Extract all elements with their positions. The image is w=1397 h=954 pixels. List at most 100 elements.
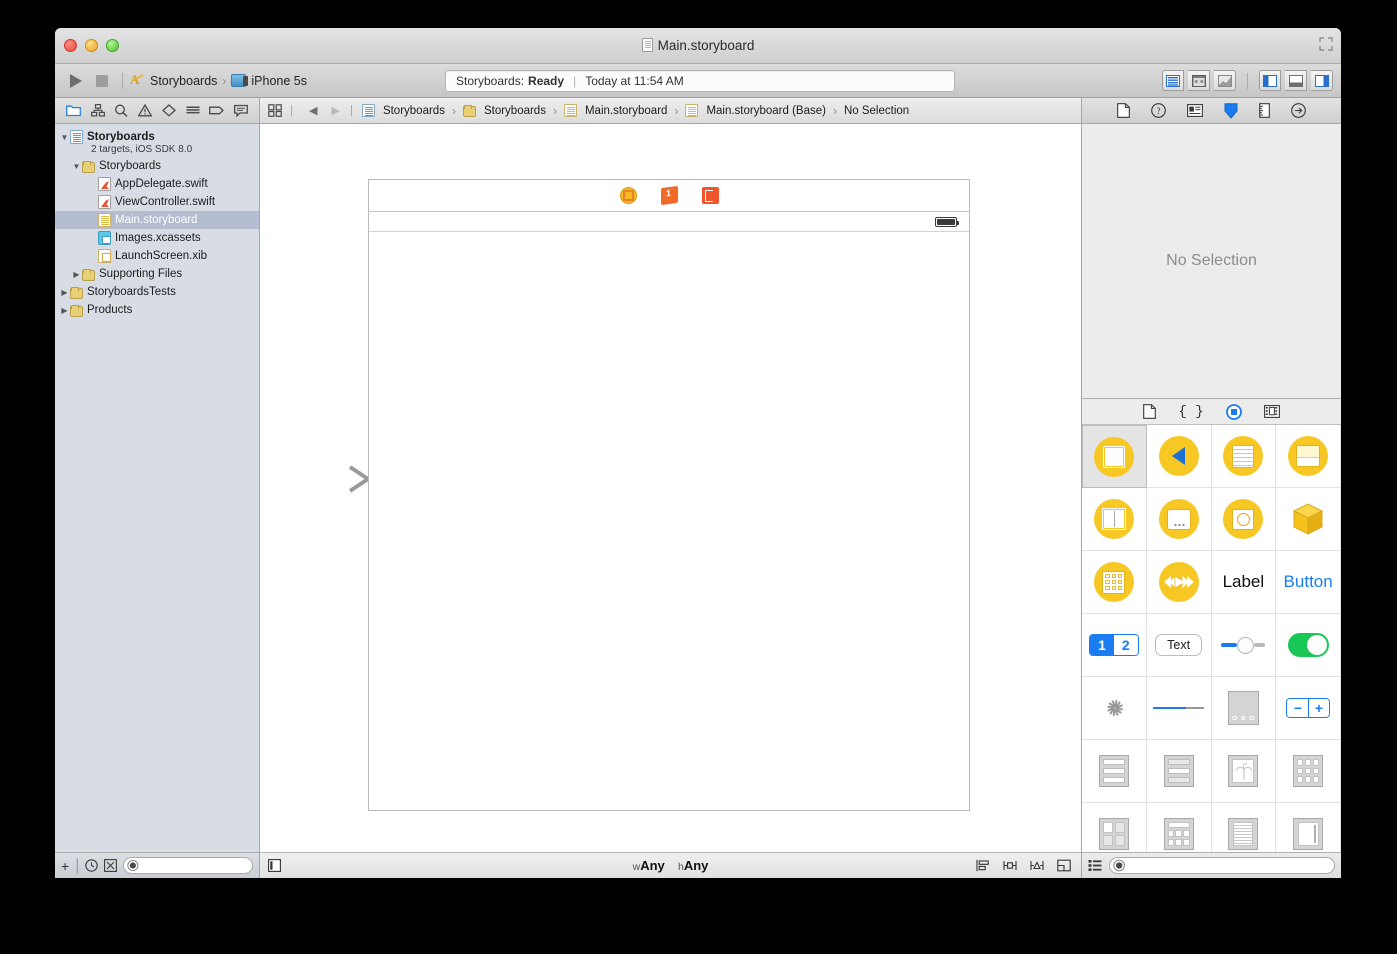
zoom-window-button[interactable] (106, 39, 119, 52)
storyboard-canvas[interactable] (260, 124, 1081, 852)
tree-row-products[interactable]: ▶ Products (55, 301, 259, 319)
toggle-debug-area-button[interactable] (1285, 70, 1307, 91)
library-item-av-player-view-controller[interactable] (1146, 551, 1212, 614)
source-control-filter-icon[interactable] (104, 859, 118, 872)
library-item-scroll-view[interactable] (1276, 803, 1341, 852)
library-item-collection-view-cell[interactable] (1082, 803, 1147, 852)
destination-selector[interactable]: iPhone 5s (231, 74, 307, 88)
toggle-utilities-button[interactable] (1311, 70, 1333, 91)
symbol-navigator-icon[interactable] (90, 104, 105, 117)
size-class-selector[interactable]: wAny hAny (633, 858, 709, 873)
standard-editor-button[interactable] (1162, 70, 1184, 91)
attributes-inspector-icon[interactable] (1224, 102, 1238, 119)
minimize-window-button[interactable] (85, 39, 98, 52)
pin-icon[interactable] (1003, 859, 1017, 872)
version-editor-button[interactable] (1214, 70, 1236, 91)
breadcrumb-group[interactable]: Storyboards (462, 104, 546, 117)
scheme-selector[interactable]: Storyboards (130, 72, 217, 88)
recent-files-filter-icon[interactable] (85, 859, 99, 872)
object-library-icon[interactable] (1225, 403, 1242, 420)
library-item-image-view[interactable] (1211, 740, 1277, 803)
find-navigator-icon[interactable] (114, 104, 128, 117)
tree-row-viewcontroller[interactable]: ▶ ViewController.swift (55, 193, 259, 211)
stop-button[interactable] (89, 70, 115, 92)
library-item-switch[interactable] (1276, 614, 1341, 677)
debug-navigator-icon[interactable] (186, 104, 200, 117)
library-item-page-control[interactable] (1211, 677, 1277, 740)
library-item-stepper[interactable]: − + (1276, 677, 1341, 740)
disclosure-triangle[interactable]: ▶ (71, 270, 82, 279)
first-responder-icon[interactable] (660, 185, 678, 206)
library-item-navigation-controller[interactable] (1146, 425, 1212, 488)
library-filter-input[interactable] (1109, 857, 1335, 874)
align-icon[interactable] (976, 859, 990, 872)
size-inspector-icon[interactable] (1259, 103, 1270, 118)
library-item-table-view-controller[interactable] (1211, 425, 1277, 488)
fullscreen-icon[interactable] (1319, 37, 1333, 51)
toggle-navigator-button[interactable] (1259, 70, 1281, 91)
library-item-split-view-controller[interactable] (1082, 488, 1147, 551)
library-item-tab-bar-controller[interactable]: ★ ••• (1276, 425, 1341, 488)
library-item-page-view-controller[interactable] (1211, 488, 1277, 551)
library-item-collection-view[interactable] (1276, 740, 1341, 803)
document-outline-toggle-icon[interactable] (268, 859, 281, 872)
tree-row-images-xcassets[interactable]: ▶ Images.xcassets (55, 229, 259, 247)
library-item-table-view[interactable] (1082, 740, 1147, 803)
close-window-button[interactable] (64, 39, 77, 52)
breakpoint-navigator-icon[interactable] (209, 104, 225, 117)
library-item-popover-controller[interactable] (1146, 488, 1212, 551)
connections-inspector-icon[interactable] (1291, 103, 1306, 118)
breadcrumb-file[interactable]: Main.storyboard (563, 104, 667, 117)
library-item-progress-view[interactable] (1146, 677, 1212, 740)
view-controller-icon[interactable] (619, 187, 637, 204)
disclosure-triangle[interactable]: ▶ (59, 288, 70, 297)
library-item-object[interactable] (1276, 488, 1341, 551)
issue-navigator-icon[interactable] (138, 104, 153, 117)
library-item-collection-view-controller[interactable] (1082, 551, 1147, 614)
library-item-activity-indicator[interactable] (1082, 677, 1147, 740)
add-button[interactable]: + (61, 858, 69, 874)
run-button[interactable] (63, 70, 89, 92)
resolve-auto-layout-issues-icon[interactable] (1030, 859, 1044, 872)
tree-row-group-storyboards[interactable]: ▼ Storyboards (55, 157, 259, 175)
view-controller-scene[interactable] (368, 179, 970, 811)
tree-row-launchscreen-xib[interactable]: ▶ LaunchScreen.xib (55, 247, 259, 265)
library-item-text-field[interactable]: Text (1146, 614, 1212, 677)
breadcrumb-project[interactable]: Storyboards (361, 104, 445, 117)
disclosure-triangle[interactable]: ▼ (59, 133, 70, 142)
library-item-table-view-cell[interactable] (1146, 740, 1212, 803)
resizing-behavior-icon[interactable] (1057, 859, 1071, 872)
tree-row-supporting-files[interactable]: ▶ Supporting Files (55, 265, 259, 283)
related-items-icon[interactable] (268, 104, 282, 117)
library-item-text-view[interactable] (1212, 803, 1277, 852)
library-item-button[interactable]: Button (1276, 551, 1341, 614)
library-item-slider[interactable] (1211, 614, 1277, 677)
navigator-filter-input[interactable] (123, 857, 253, 874)
library-item-view-controller[interactable] (1082, 425, 1147, 488)
forward-button[interactable]: ▶ (331, 104, 339, 117)
breadcrumb-base-localization[interactable]: Main.storyboard (Base) (685, 104, 826, 117)
quick-help-inspector-icon[interactable]: ? (1151, 103, 1166, 118)
file-inspector-icon[interactable] (1117, 103, 1130, 118)
navigator-filter-field[interactable] (139, 859, 252, 872)
media-library-icon[interactable] (1263, 405, 1280, 418)
file-template-library-icon[interactable] (1143, 404, 1157, 419)
library-item-segmented-control[interactable]: 1 2 (1082, 614, 1147, 677)
code-snippet-library-icon[interactable]: { } (1178, 404, 1203, 420)
tree-row-appdelegate[interactable]: ▶ AppDelegate.swift (55, 175, 259, 193)
breadcrumb-selection[interactable]: No Selection (844, 105, 909, 117)
library-item-collection-reusable-view[interactable] (1147, 803, 1212, 852)
back-button[interactable]: ◀ (309, 104, 317, 117)
assistant-editor-button[interactable] (1188, 70, 1210, 91)
identity-inspector-icon[interactable] (1187, 104, 1203, 117)
tree-row-main-storyboard[interactable]: ▶ Main.storyboard (55, 211, 259, 229)
disclosure-triangle[interactable]: ▼ (71, 162, 82, 171)
report-navigator-icon[interactable] (234, 104, 249, 117)
library-item-label[interactable]: Label (1211, 551, 1277, 614)
library-view-mode-icon[interactable] (1088, 859, 1102, 872)
disclosure-triangle[interactable]: ▶ (59, 306, 70, 315)
tree-row-storyboardstests[interactable]: ▶ StoryboardsTests (55, 283, 259, 301)
project-navigator-icon[interactable] (65, 104, 81, 117)
test-navigator-icon[interactable] (161, 104, 176, 117)
exit-icon[interactable] (701, 187, 719, 204)
